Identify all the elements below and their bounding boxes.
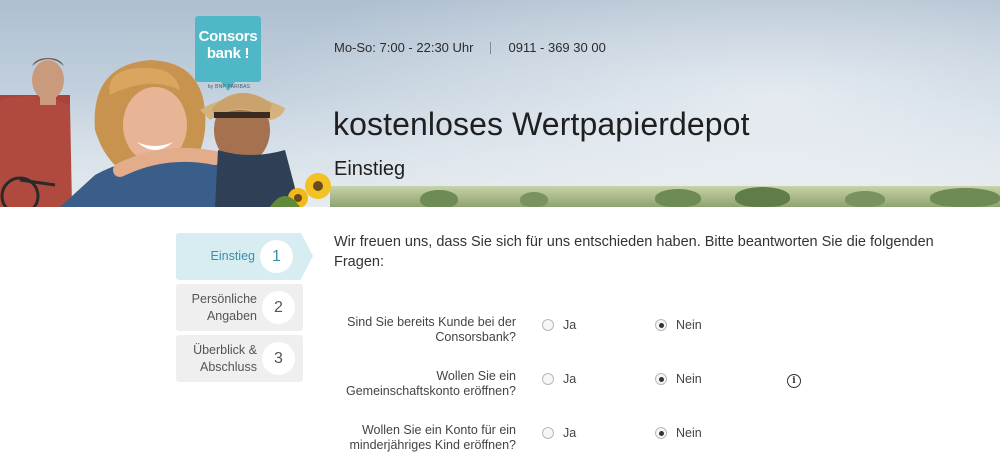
tree-decoration	[420, 190, 458, 207]
contact-info: Mo-So: 7:00 - 22:30 Uhr 0911 - 369 30 00	[334, 40, 606, 55]
step-label: Überblick & Abschluss	[193, 335, 257, 382]
question-minor-account: Wollen Sie ein Konto für ein minderjähri…	[320, 423, 516, 453]
opening-hours: Mo-So: 7:00 - 22:30 Uhr	[334, 40, 474, 55]
step-label-line2: Angaben	[206, 308, 257, 323]
step-label-line1: Überblick &	[193, 342, 257, 357]
step-label-line1: Persönliche	[191, 291, 257, 306]
question-text-line2: minderjähriges Kind eröffnen?	[349, 438, 516, 452]
radio-label: Ja	[563, 372, 577, 386]
tree-decoration	[930, 188, 1000, 207]
question-text-line1: Wollen Sie ein	[436, 369, 516, 383]
logo-text-line2: bank !	[206, 45, 250, 62]
logo-text-line1: Consors	[198, 28, 258, 45]
tree-decoration	[520, 192, 548, 207]
intro-text: Wir freuen uns, dass Sie sich für uns en…	[334, 234, 934, 270]
tree-decoration	[735, 187, 790, 207]
radio-label: Nein	[676, 318, 702, 332]
radio-label: Ja	[563, 318, 577, 332]
radio-existing-customer-no[interactable]: Nein	[655, 318, 702, 332]
info-icon[interactable]: i	[787, 374, 801, 388]
contact-divider	[490, 41, 492, 54]
tree-decoration	[845, 191, 885, 207]
step-persoenliche-angaben[interactable]: Persönliche Angaben 2	[176, 284, 303, 331]
radio-circle-selected[interactable]	[655, 373, 667, 385]
radio-minor-account-no[interactable]: Nein	[655, 426, 702, 440]
hero-banner: Consors bank ! by BNP PARIBAS Mo-So: 7:0…	[0, 0, 1000, 207]
step-label: Einstieg	[211, 233, 255, 280]
radio-circle[interactable]	[542, 373, 554, 385]
question-text-line2: Consorsbank?	[435, 330, 516, 344]
step-number: 3	[262, 342, 295, 375]
consorsbank-logo[interactable]: Consors bank !	[195, 16, 261, 91]
logo-byline: by BNP PARIBAS	[207, 84, 251, 90]
question-text-line2: Gemeinschaftskonto eröffnen?	[345, 384, 516, 398]
hero-people-photo	[0, 58, 331, 207]
step-number: 1	[260, 240, 293, 273]
radio-circle[interactable]	[542, 319, 554, 331]
radio-label: Nein	[676, 372, 702, 386]
question-text-line1: Wollen Sie ein Konto für ein	[361, 423, 516, 437]
radio-minor-account-yes[interactable]: Ja	[542, 426, 576, 440]
radio-circle-selected[interactable]	[655, 427, 667, 439]
radio-circle-selected[interactable]	[655, 319, 667, 331]
step-label: Persönliche Angaben	[192, 284, 257, 331]
step-number: 2	[262, 291, 295, 324]
radio-joint-account-no[interactable]: Nein	[655, 372, 702, 386]
phone-number[interactable]: 0911 - 369 30 00	[508, 40, 605, 55]
question-existing-customer: Sind Sie bereits Kunde bei der Consorsba…	[320, 315, 516, 345]
step-label-line2: Abschluss	[200, 359, 257, 374]
question-joint-account: Wollen Sie ein Gemeinschaftskonto eröffn…	[320, 369, 516, 399]
radio-existing-customer-yes[interactable]: Ja	[542, 318, 576, 332]
radio-label: Nein	[676, 426, 702, 440]
tree-decoration	[655, 189, 701, 207]
step-einstieg[interactable]: Einstieg 1	[176, 233, 313, 280]
page-subtitle: Einstieg	[334, 158, 406, 180]
step-label-text: Einstieg	[210, 249, 255, 263]
radio-label: Ja	[563, 426, 577, 440]
step-ueberblick-abschluss[interactable]: Überblick & Abschluss 3	[176, 335, 303, 382]
radio-circle[interactable]	[542, 427, 554, 439]
question-text-line1: Sind Sie bereits Kunde bei der	[347, 315, 516, 329]
radio-joint-account-yes[interactable]: Ja	[542, 372, 576, 386]
page-title: kostenloses Wertpapierdepot	[333, 106, 750, 142]
